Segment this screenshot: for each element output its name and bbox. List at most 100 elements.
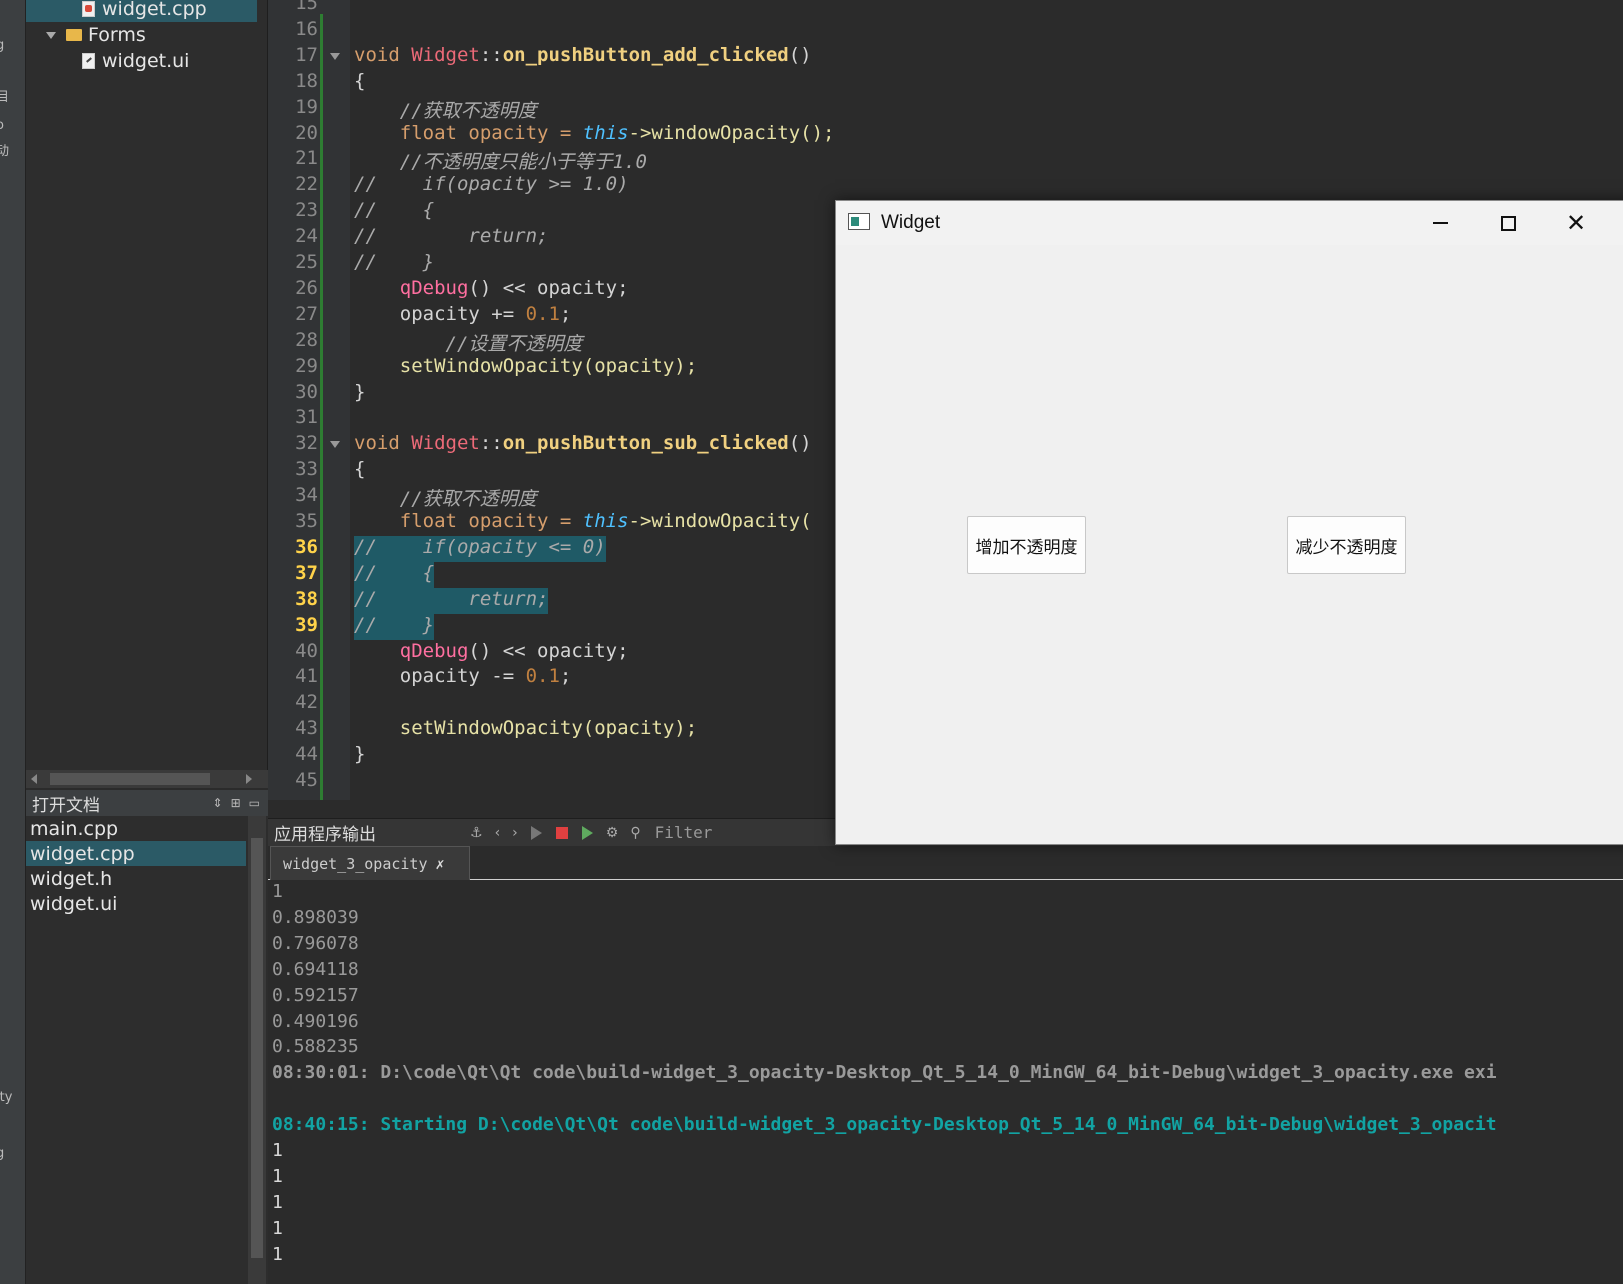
scrollbar-thumb[interactable] [251,838,263,1258]
project-tree[interactable]: widget.cpp Forms widget.ui [26,0,268,770]
code-token: on_pushButton_add_clicked [502,43,789,66]
line-number: 16 [295,17,318,40]
line-number: 39 [295,613,318,636]
filter-input[interactable]: Filter [655,823,713,842]
code-token: // if(opacity >= 1.0) [354,173,629,196]
code-token: void [354,43,412,66]
code-line: // { [354,199,434,225]
tree-item[interactable]: widget.cpp [26,0,257,22]
line-number-gutter: 15 16 17 18 19 20 21 22 23 24 25 26 27 28 29 30 31 32 33 34… [268,0,350,800]
line-number: 42 [295,691,318,714]
search-icon: ⚲ [630,824,641,841]
stop-icon[interactable] [555,826,568,839]
code-token: //获取不透明度 [354,488,537,511]
output-line: 1 [272,1165,283,1187]
code-line: // return; [354,587,549,614]
debug-run-icon[interactable] [581,825,593,840]
app-window-icon [848,213,870,230]
tree-item[interactable]: Forms [26,22,257,48]
line-number: 36 [295,535,318,558]
maximize-button[interactable] [1474,201,1542,245]
window-titlebar[interactable]: Widget ✕ [836,201,1623,245]
code-token: Widget [411,432,480,455]
sort-arrows-icon[interactable]: ⇕ [213,796,223,810]
expand-arrow-icon[interactable] [46,31,56,39]
code-token: () [788,43,812,66]
code-token: ->windowOpacity(); [628,121,835,144]
modified-lines-marker [320,14,323,800]
code-line: opacity -= 0.1; [354,665,572,691]
next-arrow-icon[interactable]: › [512,825,518,841]
attach-icon[interactable]: ⚓ [470,825,483,841]
widget-app-window[interactable]: Widget ✕ 增加不透明度 减少不透明度 [835,200,1623,845]
code-line: // } [354,251,434,277]
scrollbar-thumb[interactable] [50,773,210,785]
code-line: opacity += 0.1; [354,303,572,329]
code-line: qDebug() << opacity; [354,277,629,303]
code-line: //不透明度只能小于等于1.0 [354,147,647,173]
mode-selector-bar[interactable]: g 目o动 ity g [0,0,26,1284]
ui-file-icon [82,53,95,69]
code-token: void [354,432,412,455]
line-number: 23 [295,199,318,222]
code-token: Widget [411,43,480,66]
line-number: 41 [295,665,318,688]
code-line: setWindowOpacity(opacity); [354,717,697,743]
open-document-item[interactable]: main.cpp [26,816,246,841]
output-line: 0.588235 [272,1036,359,1058]
code-token: setWindowOpacity(opacity); [354,717,698,740]
tree-item-label: Forms [88,24,146,46]
code-line: qDebug() << opacity; [354,640,629,666]
code-token: //获取不透明度 [354,99,537,122]
close-pane-icon[interactable]: ▭ [249,796,260,810]
line-number: 37 [295,561,318,584]
window-title: Widget [881,212,941,233]
code-token: 0.1 [525,665,560,688]
prev-arrow-icon[interactable]: ‹ [495,825,501,841]
scroll-left-arrow-icon[interactable] [31,774,37,784]
close-tab-icon[interactable]: ✗ [436,855,445,873]
maximize-icon [1500,215,1516,231]
line-number: 33 [295,458,318,481]
output-log[interactable]: 1 0.898039 0.796078 0.694118 0.592157 0.49019… [268,881,1623,1284]
open-documents-list[interactable]: main.cpp widget.cpp widget.h widget.ui [26,816,268,1284]
sub-opacity-button[interactable]: 减少不透明度 [1287,516,1406,574]
tree-item[interactable]: widget.ui [26,48,257,74]
code-line: float opacity = this->windowOpacity( [354,510,812,536]
fold-arrow-icon[interactable] [330,441,340,449]
code-token: on_pushButton_sub_clicked [502,432,789,455]
code-token: opacity -= [354,665,526,688]
output-line: 0.490196 [272,1010,359,1032]
add-opacity-button[interactable]: 增加不透明度 [967,516,1086,574]
run-icon[interactable] [530,825,542,840]
output-line: 0.592157 [272,984,359,1006]
code-token: // { [354,561,435,584]
code-token: } [354,743,366,766]
code-token: () << opacity; [468,276,629,299]
line-number: 31 [295,406,318,429]
code-token: :: [479,43,503,66]
open-document-item[interactable]: widget.ui [26,891,246,916]
tree-horizontal-scrollbar[interactable] [26,770,268,788]
output-tab-bar: widget_3_opacity ✗ [268,846,1623,880]
line-number: 18 [295,69,318,92]
output-line: 1 [272,881,283,902]
settings-gear-icon[interactable]: ⚙ [606,825,619,841]
docs-vertical-scrollbar[interactable] [248,816,266,1284]
open-document-item[interactable]: widget.h [26,866,246,891]
split-icon[interactable]: ⊞ [231,796,241,810]
fold-arrow-icon[interactable] [330,52,340,60]
output-line: 1 [272,1217,283,1239]
minimize-button[interactable] [1406,201,1474,245]
close-button[interactable]: ✕ [1542,201,1610,245]
code-token: ; [559,665,572,688]
code-token: float opacity = [354,121,583,144]
open-document-item[interactable]: widget.cpp [26,841,246,866]
code-token: // if(opacity <= 0) [354,535,606,558]
line-number: 15 [295,0,318,14]
code-line: // if(opacity >= 1.0) [354,173,629,199]
output-tab[interactable]: widget_3_opacity ✗ [270,846,470,880]
line-number: 25 [295,251,318,273]
scroll-right-arrow-icon[interactable] [246,774,252,784]
code-line: // } [354,613,435,640]
